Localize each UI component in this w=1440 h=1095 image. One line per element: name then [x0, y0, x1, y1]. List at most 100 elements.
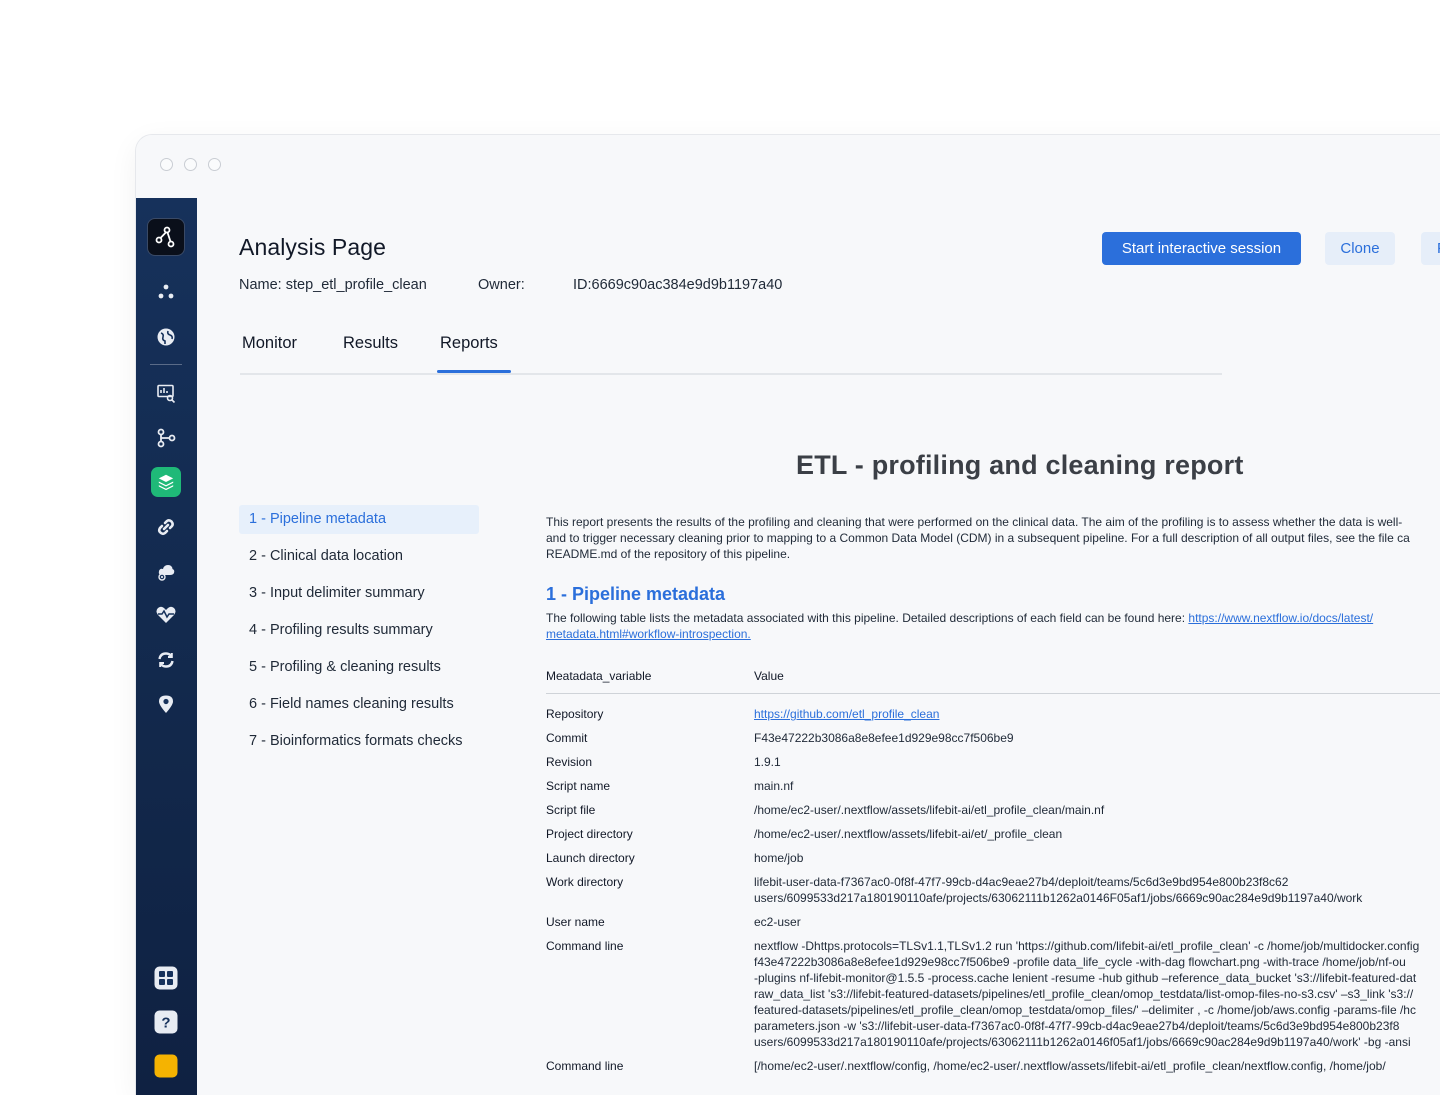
- toc-item-profiling-cleaning-results[interactable]: 5 - Profiling & cleaning results: [239, 653, 479, 682]
- metadata-value-line: users/6099533d217a180190110afe/projects/…: [754, 1035, 1411, 1049]
- column-header-value: Value: [754, 669, 784, 683]
- window-maximize-dot[interactable]: [208, 158, 221, 171]
- metadata-value-line: [/home/ec2-user/.nextflow/config, /home/…: [754, 1059, 1386, 1073]
- metadata-value-line: -plugins nf-lifebit-monitor@1.5.5 -proce…: [754, 971, 1417, 985]
- metadata-value-line: 1.9.1: [754, 755, 781, 769]
- toc-item-bioinformatics-formats-checks[interactable]: 7 - Bioinformatics formats checks: [239, 727, 479, 756]
- metadata-key: Repository: [546, 707, 604, 721]
- metadata-value: lifebit-user-data-f7367ac0-0f8f-47f7-99c…: [754, 874, 1362, 906]
- table-row: Script name main.nf: [546, 778, 1440, 794]
- metadata-key: Commit: [546, 731, 588, 745]
- sync-icon[interactable]: [151, 645, 181, 675]
- projects-icon[interactable]: [151, 277, 181, 307]
- clone-button[interactable]: Clone: [1325, 232, 1395, 265]
- window-minimize-dot[interactable]: [184, 158, 197, 171]
- workflow-icon[interactable]: [151, 423, 181, 453]
- third-action-button[interactable]: F: [1421, 232, 1440, 265]
- metadata-value: ec2-user: [754, 914, 801, 930]
- table-row: Launch directory home/job: [546, 850, 1440, 866]
- health-icon[interactable]: [151, 600, 181, 630]
- metadata-value-line: f43e47222b3086a8e8efee1d929e98cc7f506be9…: [754, 955, 1406, 969]
- metadata-value-line: featured-datasets/pipelines/etl_profile_…: [754, 1003, 1416, 1017]
- metadata-value-line: parameters.json -w 's3://lifebit-user-da…: [754, 1019, 1400, 1033]
- table-row: Work directory lifebit-user-data-f7367ac0…: [546, 874, 1440, 906]
- analysis-owner: Owner:: [478, 277, 525, 293]
- intro-line: This report presents the results of the …: [546, 515, 1403, 529]
- link-icon[interactable]: [151, 512, 181, 542]
- window-titlebar: [136, 135, 1440, 198]
- metadata-value-line: users/6099533d217a180190110afe/projects/…: [754, 891, 1363, 905]
- metadata-key: Work directory: [546, 875, 624, 889]
- metadata-value-line: lifebit-user-data-f7367ac0-0f8f-47f7-99c…: [754, 875, 1289, 889]
- toc-item-clinical-data-location[interactable]: 2 - Clinical data location: [239, 542, 479, 571]
- active-tab-indicator: [437, 370, 511, 373]
- metadata-value: https://github.com/etl_profile_clean: [754, 706, 939, 722]
- section-description: The following table lists the metadata a…: [546, 610, 1440, 642]
- metadata-value-line: home/job: [754, 851, 804, 865]
- metadata-key: Command line: [546, 1059, 624, 1073]
- report-intro: This report presents the results of the …: [546, 514, 1440, 562]
- metadata-value-line: /home/ec2-user/.nextflow/assets/lifebit-…: [754, 827, 1063, 841]
- report-toc: 1 - Pipeline metadata 2 - Clinical data …: [239, 505, 479, 764]
- tab-results[interactable]: Results: [343, 334, 398, 353]
- toc-item-field-names-cleaning-results[interactable]: 6 - Field names cleaning results: [239, 690, 479, 719]
- metadata-key: User name: [546, 915, 605, 929]
- start-interactive-session-button[interactable]: Start interactive session: [1102, 232, 1301, 265]
- analysis-id: ID:6669c90ac384e9d9b1197a40: [573, 277, 783, 293]
- sidebar-divider: [150, 364, 182, 365]
- metadata-key: Revision: [546, 755, 593, 769]
- metadata-key: Launch directory: [546, 851, 635, 865]
- nextflow-docs-link[interactable]: https://www.nextflow.io/docs/latest/: [1188, 611, 1373, 625]
- apps-grid-icon[interactable]: [151, 963, 181, 993]
- logo-icon[interactable]: [147, 218, 185, 256]
- tab-bar: Monitor Results Reports: [240, 323, 1222, 375]
- toc-item-input-delimiter-summary[interactable]: 3 - Input delimiter summary: [239, 579, 479, 608]
- page-title: Analysis Page: [239, 234, 387, 260]
- metadata-value: home/job: [754, 850, 803, 866]
- metadata-value-line: raw_data_list 's3://lifebit-featured-dat…: [754, 987, 1414, 1001]
- cloud-os-icon[interactable]: [151, 556, 181, 586]
- metadata-key: Project directory: [546, 827, 633, 841]
- intro-line: and to trigger necessary cleaning prior …: [546, 531, 1410, 545]
- metadata-key: Script name: [546, 779, 611, 793]
- metadata-value: 1.9.1: [754, 754, 781, 770]
- globe-icon[interactable]: [151, 322, 181, 352]
- metadata-value-link[interactable]: https://github.com/etl_profile_clean: [754, 706, 939, 722]
- section-title-pipeline-metadata: 1 - Pipeline metadata: [546, 584, 726, 604]
- table-row: Script file/home/ec2-user/.nextflow/asse…: [546, 802, 1440, 818]
- table-row: Project directory/home/ec2-user/.nextflo…: [546, 826, 1440, 842]
- report-title: ETL - profiling and cleaning report: [796, 450, 1244, 480]
- metadata-value-line: nextflow -Dhttps.protocols=TLSv1.1,TLSv1…: [754, 939, 1420, 953]
- analysis-name: Name: step_etl_profile_clean: [239, 277, 427, 293]
- help-icon[interactable]: ?: [151, 1007, 181, 1037]
- window-close-dot[interactable]: [160, 158, 173, 171]
- metadata-value-line: F43e47222b3086a8e8efee1d929e98cc7f506be9: [754, 731, 1014, 745]
- metadata-value: main.nf: [754, 778, 793, 794]
- user-avatar[interactable]: [151, 1051, 181, 1081]
- metadata-key: Script file: [546, 803, 596, 817]
- table-row: User name ec2-user: [546, 914, 1440, 930]
- metadata-table-header: Meatadata_variable Value: [546, 663, 1440, 694]
- toc-item-profiling-results-summary[interactable]: 4 - Profiling results summary: [239, 616, 479, 645]
- tab-reports[interactable]: Reports: [440, 334, 498, 353]
- table-row: Command line nextflow -Dhttps.protocols=T…: [546, 938, 1440, 1050]
- metadata-value-line: main.nf: [754, 779, 794, 793]
- metadata-table-body: Repository https://github.com/etl_profile…: [546, 706, 1440, 1074]
- analyses-icon[interactable]: [151, 467, 181, 497]
- metadata-value: [/home/ec2-user/.nextflow/config, /home/…: [754, 1058, 1386, 1074]
- toc-item-pipeline-metadata[interactable]: 1 - Pipeline metadata: [239, 505, 479, 534]
- table-row: Command line [/home/ec2-user/.nextflow/co…: [546, 1058, 1440, 1074]
- data-analysis-icon[interactable]: [151, 378, 181, 408]
- metadata-value: /home/ec2-user/.nextflow/assets/lifebit-…: [754, 826, 1062, 842]
- metadata-key: Command line: [546, 939, 624, 953]
- metadata-value: nextflow -Dhttps.protocols=TLSv1.1,TLSv1…: [754, 938, 1419, 1050]
- table-row: Revision 1.9.1: [546, 754, 1440, 770]
- tab-monitor[interactable]: Monitor: [242, 334, 297, 353]
- nextflow-docs-link-continued[interactable]: metadata.html#workflow-introspection.: [546, 627, 751, 641]
- svg-text:?: ?: [161, 1015, 170, 1032]
- table-row: Commit F43e47222b3086a8e8efee1d929e98cc7f…: [546, 730, 1440, 746]
- intro-line: README.md of the repository of this pipe…: [546, 547, 791, 561]
- location-icon[interactable]: [151, 689, 181, 719]
- metadata-value-line: /home/ec2-user/.nextflow/assets/lifebit-…: [754, 803, 1105, 817]
- metadata-value-line: ec2-user: [754, 915, 801, 929]
